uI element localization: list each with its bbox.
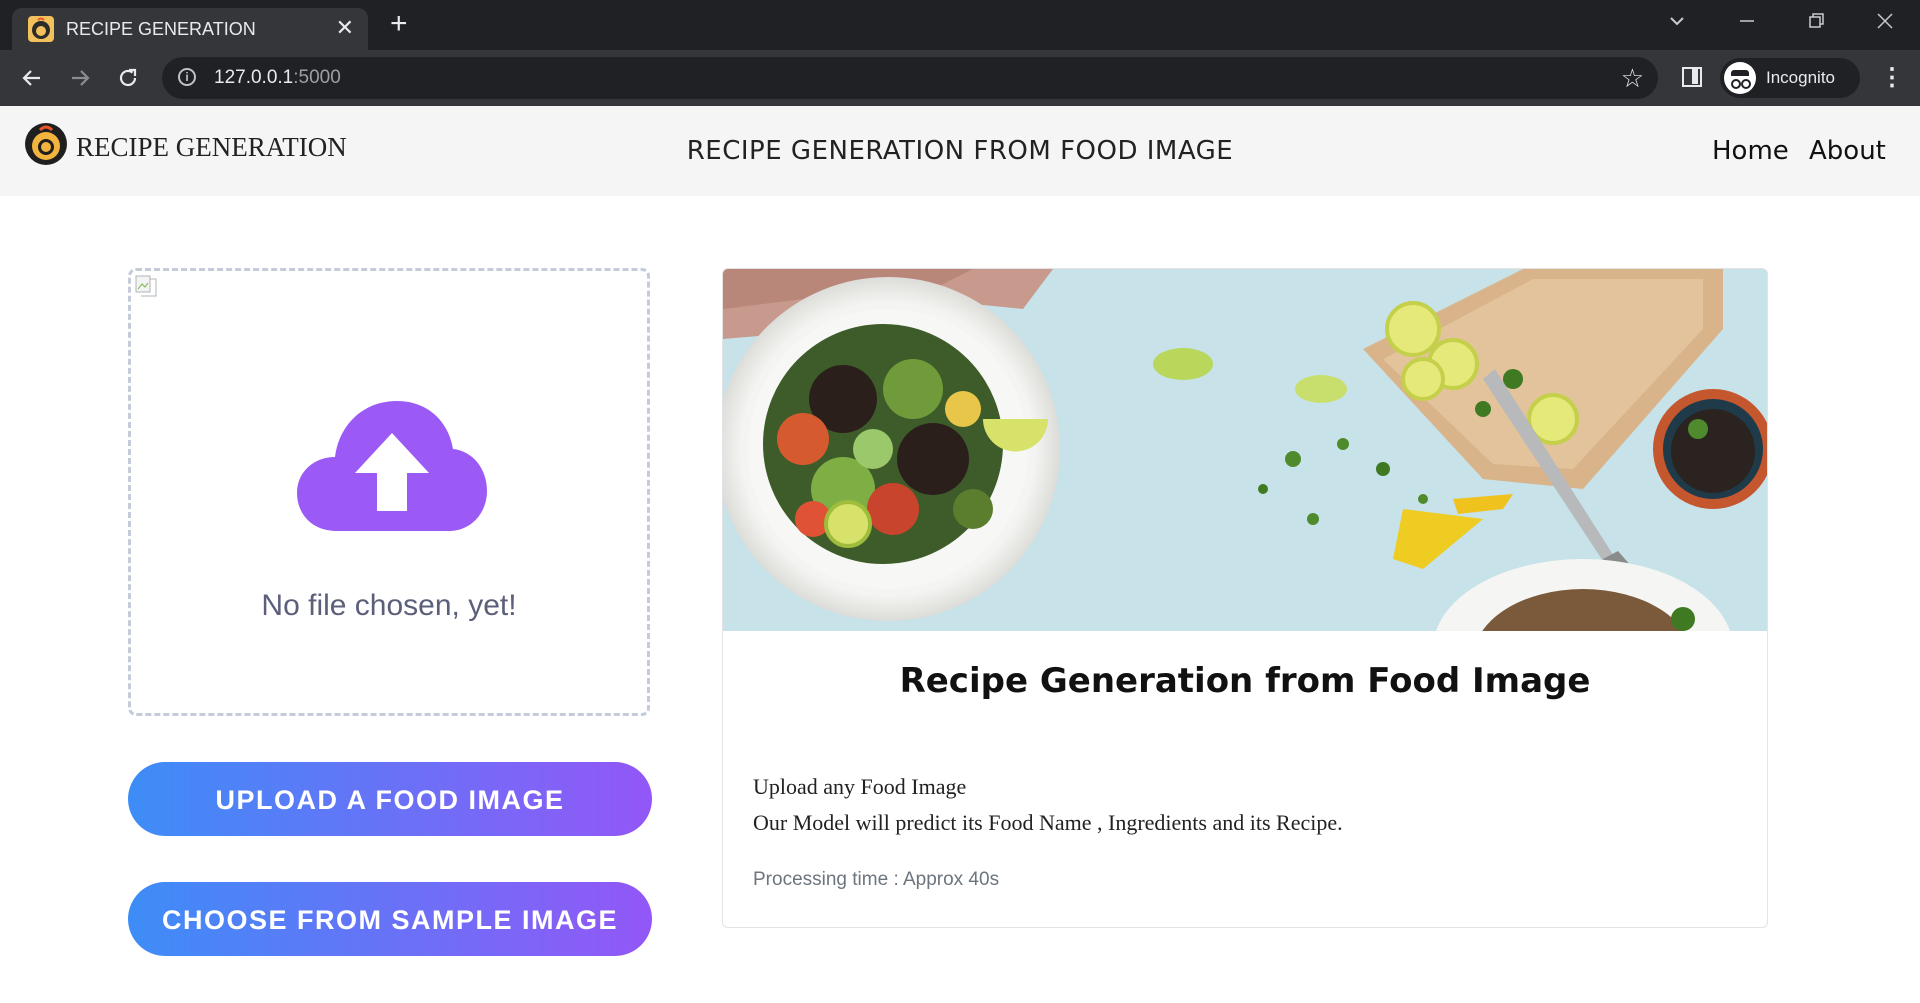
- browser-toolbar: i 127.0.0.1:5000 ☆ Incognito ⋮: [0, 50, 1920, 106]
- back-arrow-icon[interactable]: [20, 66, 44, 90]
- close-window-icon[interactable]: [1876, 12, 1894, 30]
- incognito-label: Incognito: [1766, 68, 1835, 87]
- card-title: Recipe Generation from Food Image: [899, 661, 1591, 701]
- broken-image-icon: [135, 275, 157, 297]
- card-line-2: Our Model will predict its Food Name , I…: [753, 810, 1343, 835]
- choose-sample-button[interactable]: CHOOSE FROM SAMPLE IMAGE: [128, 882, 652, 956]
- new-tab-button[interactable]: +: [390, 7, 408, 41]
- card-description: Upload any Food Image Our Model will pre…: [753, 769, 1343, 841]
- nav-link-about[interactable]: About: [1809, 136, 1886, 166]
- bookmark-star-icon[interactable]: ☆: [1621, 63, 1644, 94]
- file-status-text: No file chosen, yet!: [261, 589, 517, 622]
- reload-icon[interactable]: [116, 66, 140, 90]
- page-title: RECIPE GENERATION FROM FOOD IMAGE: [686, 136, 1234, 166]
- incognito-icon: [1724, 62, 1756, 94]
- minimize-icon[interactable]: [1738, 12, 1756, 30]
- browser-tab[interactable]: RECIPE GENERATION ✕: [12, 8, 368, 50]
- cloud-upload-icon: [297, 401, 487, 531]
- food-banner-image: [723, 269, 1767, 631]
- tab-title: RECIPE GENERATION: [66, 19, 256, 39]
- restore-icon[interactable]: [1808, 12, 1826, 30]
- close-tab-icon[interactable]: ✕: [336, 15, 354, 41]
- browser-tabstrip: RECIPE GENERATION ✕ +: [0, 0, 1920, 50]
- upload-image-button[interactable]: UPLOAD A FOOD IMAGE: [128, 762, 652, 836]
- address-bar[interactable]: i 127.0.0.1:5000 ☆: [162, 57, 1658, 99]
- tab-search-icon[interactable]: [1668, 12, 1686, 30]
- card-line-1: Upload any Food Image: [753, 774, 967, 799]
- url-text: 127.0.0.1:5000: [214, 67, 341, 88]
- browser-menu-icon[interactable]: ⋮: [1880, 64, 1904, 92]
- info-card: Recipe Generation from Food Image Upload…: [722, 268, 1768, 928]
- incognito-profile-button[interactable]: Incognito: [1720, 58, 1860, 98]
- nav-link-home[interactable]: Home: [1712, 136, 1789, 166]
- forward-arrow-icon[interactable]: [68, 66, 92, 90]
- image-drop-zone[interactable]: No file chosen, yet!: [128, 268, 650, 716]
- site-navbar: RECIPE GENERATION RECIPE GENERATION FROM…: [0, 106, 1920, 196]
- side-panel-icon[interactable]: [1682, 67, 1702, 87]
- processing-time-text: Processing time : Approx 40s: [753, 869, 1000, 890]
- site-favicon-icon: [28, 16, 54, 42]
- site-info-icon[interactable]: i: [178, 68, 196, 86]
